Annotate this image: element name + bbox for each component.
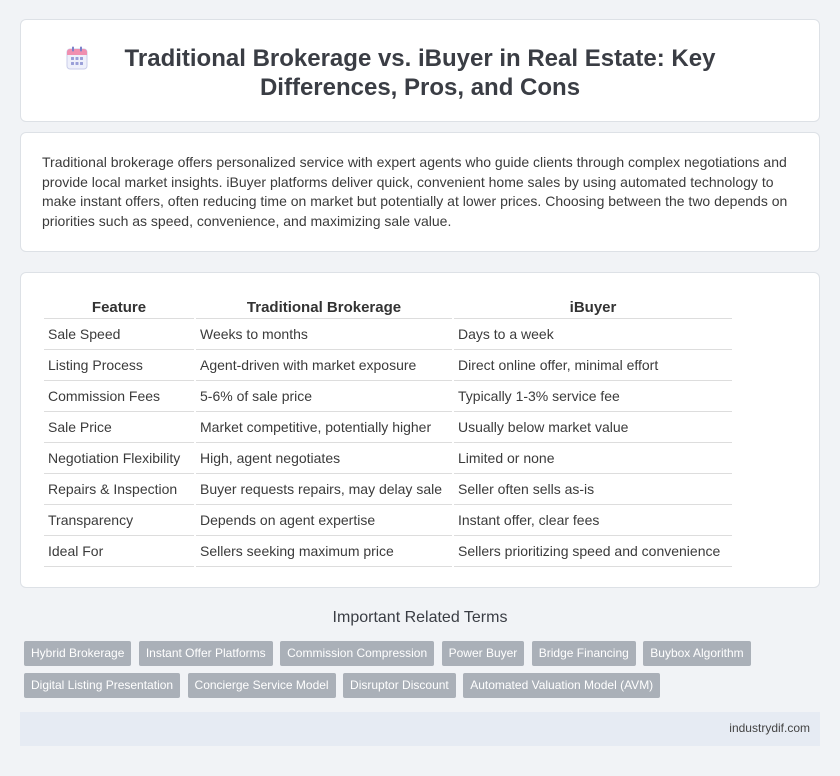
- header-traditional: Traditional Brokerage: [196, 296, 452, 319]
- ibuyer-cell: Typically 1-3% service fee: [454, 381, 732, 412]
- traditional-cell: Agent-driven with market exposure: [196, 350, 452, 381]
- related-term-tag[interactable]: Digital Listing Presentation: [24, 673, 181, 698]
- related-term-tag[interactable]: Commission Compression: [280, 641, 435, 666]
- ibuyer-cell: Usually below market value: [454, 412, 732, 443]
- related-terms-list: Hybrid Brokerage Instant Offer Platforms…: [24, 641, 804, 705]
- table-row: Listing Process Agent-driven with market…: [44, 350, 732, 381]
- table-row: Ideal For Sellers seeking maximum price …: [44, 536, 732, 567]
- ibuyer-cell: Direct online offer, minimal effort: [454, 350, 732, 381]
- related-term-tag[interactable]: Instant Offer Platforms: [138, 641, 273, 666]
- comparison-card: Feature Traditional Brokerage iBuyer Sal…: [20, 272, 820, 588]
- related-term-tag[interactable]: Power Buyer: [441, 641, 525, 666]
- intro-card: Traditional brokerage offers personalize…: [20, 132, 820, 252]
- related-terms-title: Important Related Terms: [332, 609, 508, 626]
- header-feature: Feature: [44, 296, 194, 319]
- traditional-cell: High, agent negotiates: [196, 443, 452, 474]
- feature-cell: Commission Fees: [44, 381, 194, 412]
- table-row: Negotiation Flexibility High, agent nego…: [44, 443, 732, 474]
- table-row: Commission Fees 5-6% of sale price Typic…: [44, 381, 732, 412]
- table-header-row: Feature Traditional Brokerage iBuyer: [44, 296, 732, 319]
- ibuyer-cell: Limited or none: [454, 443, 732, 474]
- table-row: Transparency Depends on agent expertise …: [44, 505, 732, 536]
- feature-cell: Repairs & Inspection: [44, 474, 194, 505]
- ibuyer-cell: Seller often sells as-is: [454, 474, 732, 505]
- source-link[interactable]: industrydif.com: [729, 721, 810, 735]
- table-row: Sale Price Market competitive, potential…: [44, 412, 732, 443]
- feature-cell: Negotiation Flexibility: [44, 443, 194, 474]
- feature-cell: Sale Price: [44, 412, 194, 443]
- table-row: Repairs & Inspection Buyer requests repa…: [44, 474, 732, 505]
- ibuyer-cell: Days to a week: [454, 319, 732, 350]
- ibuyer-cell: Sellers prioritizing speed and convenien…: [454, 536, 732, 567]
- related-term-tag[interactable]: Bridge Financing: [531, 641, 636, 666]
- feature-cell: Listing Process: [44, 350, 194, 381]
- feature-cell: Transparency: [44, 505, 194, 536]
- traditional-cell: Market competitive, potentially higher: [196, 412, 452, 443]
- traditional-cell: Depends on agent expertise: [196, 505, 452, 536]
- related-term-tag[interactable]: Concierge Service Model: [187, 673, 336, 698]
- comparison-table: Feature Traditional Brokerage iBuyer Sal…: [42, 296, 734, 567]
- intro-text: Traditional brokerage offers personalize…: [42, 154, 788, 229]
- header-card: Traditional Brokerage vs. iBuyer in Real…: [20, 19, 820, 122]
- related-term-tag[interactable]: Hybrid Brokerage: [24, 641, 132, 666]
- feature-cell: Ideal For: [44, 536, 194, 567]
- page-title: Traditional Brokerage vs. iBuyer in Real…: [124, 45, 716, 101]
- footer: industrydif.com: [20, 712, 820, 746]
- related-term-tag[interactable]: Disruptor Discount: [343, 673, 456, 698]
- traditional-cell: Sellers seeking maximum price: [196, 536, 452, 567]
- table-row: Sale Speed Weeks to months Days to a wee…: [44, 319, 732, 350]
- traditional-cell: Weeks to months: [196, 319, 452, 350]
- traditional-cell: 5-6% of sale price: [196, 381, 452, 412]
- related-term-tag[interactable]: Automated Valuation Model (AVM): [463, 673, 661, 698]
- traditional-cell: Buyer requests repairs, may delay sale: [196, 474, 452, 505]
- related-term-tag[interactable]: Buybox Algorithm: [643, 641, 751, 666]
- feature-cell: Sale Speed: [44, 319, 194, 350]
- header-ibuyer: iBuyer: [454, 296, 732, 319]
- ibuyer-cell: Instant offer, clear fees: [454, 505, 732, 536]
